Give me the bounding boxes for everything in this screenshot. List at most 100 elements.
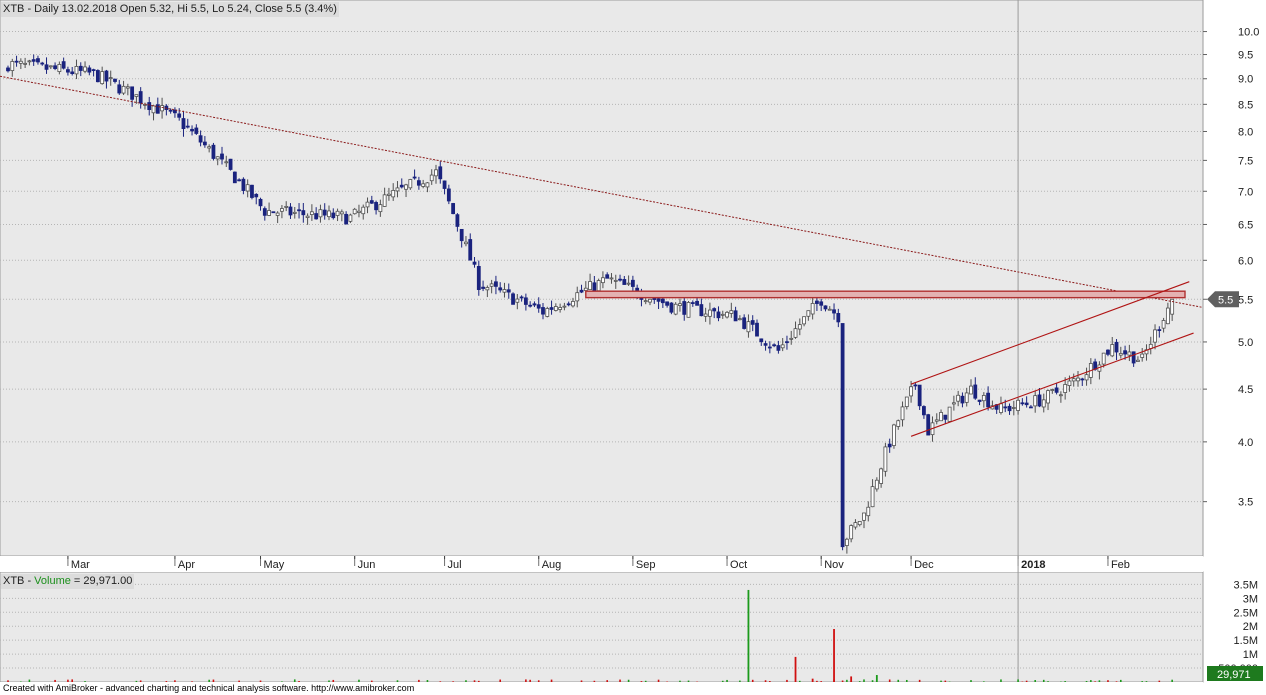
price-candle-body <box>87 67 92 73</box>
price-candle-body <box>977 399 982 402</box>
price-candle-body <box>1165 307 1170 325</box>
price-candle-body <box>511 293 515 305</box>
price-candle-body <box>750 320 755 325</box>
price-candle-body <box>36 58 40 63</box>
price-candle-body <box>369 200 374 204</box>
price-candle-body <box>601 277 605 284</box>
price-candle-body <box>571 301 575 307</box>
price-candle-body <box>207 146 212 149</box>
price-candle-body <box>772 344 777 347</box>
price-candle-body <box>318 209 323 218</box>
price-candle-body <box>767 346 772 349</box>
price-candle-body <box>1016 399 1020 411</box>
price-candle-body <box>1041 399 1046 408</box>
price-candle-body <box>922 406 926 416</box>
price-candle-body <box>74 66 79 75</box>
price-candle-body <box>1136 359 1140 362</box>
price-candle-body <box>660 298 665 304</box>
price-candle-body <box>472 261 477 265</box>
price-candle-body <box>1114 341 1119 353</box>
price-candle-body <box>147 102 152 111</box>
price-candle-body <box>969 385 973 395</box>
price-candle-body <box>451 203 456 215</box>
price-candle-body <box>1063 384 1068 393</box>
price-candle-body <box>190 128 194 132</box>
price-candle-body <box>267 210 271 216</box>
price-candle-body <box>558 307 563 310</box>
footer-credit: Created with AmiBroker - advanced charti… <box>0 682 1203 695</box>
price-candle-body <box>827 308 832 311</box>
price-candle-body <box>926 414 931 436</box>
price-candle-body <box>1110 344 1115 357</box>
price-tick-label: 6.0 <box>1238 255 1253 267</box>
price-candle-body <box>934 419 939 422</box>
price-candle-body <box>309 211 314 215</box>
price-candle-body <box>365 201 370 208</box>
price-candle-body <box>1071 378 1076 382</box>
price-candle-body <box>357 210 361 213</box>
price-candle-body <box>104 70 109 82</box>
price-candle-body <box>519 296 524 299</box>
price-candle-body <box>729 310 734 314</box>
price-candle-body <box>348 214 353 222</box>
price-candle-body <box>297 209 301 212</box>
price-candle-body <box>292 211 297 214</box>
price-candle-body <box>960 395 965 404</box>
price-candle-body <box>237 179 242 182</box>
price-candle-body <box>1020 402 1025 405</box>
price-candle-body <box>819 301 824 306</box>
price-candle-body <box>690 302 695 304</box>
price-candle-body <box>361 206 366 215</box>
price-tick-label: 5.0 <box>1238 337 1253 349</box>
price-candle-body <box>1084 374 1089 381</box>
price-candle-body <box>404 184 408 190</box>
price-candle-body <box>648 298 652 303</box>
price-candle-body <box>168 109 173 112</box>
price-candle-body <box>857 521 862 526</box>
price-candle-body <box>494 281 498 287</box>
price-candle-body <box>626 282 631 285</box>
price-candle-body <box>53 65 57 69</box>
price-candle-body <box>879 468 884 484</box>
volume-tick-label: 3M <box>1243 593 1258 605</box>
price-candle-body <box>27 60 32 63</box>
price-candle-body <box>215 156 220 160</box>
price-chart-title: XTB - Daily 13.02.2018 Open 5.32, Hi 5.5… <box>1 2 339 17</box>
price-candle-body <box>1101 352 1106 365</box>
chart-canvas[interactable]: 10.0 9.5 9.0 8.5 8.0 7.5 7.0 6.5 6.0 5.5 5.0 4.5 4.0… <box>0 0 1266 695</box>
price-candle-body <box>622 279 627 285</box>
price-candle-body <box>904 396 909 408</box>
price-candle-body <box>6 67 10 72</box>
price-candle-body <box>1076 377 1080 382</box>
price-candle-body <box>549 307 554 310</box>
price-tick-label: 9.5 <box>1238 50 1253 62</box>
price-candle-body <box>630 279 635 287</box>
price-candle-body <box>455 214 460 227</box>
price-candle-body <box>61 61 66 69</box>
price-candle-body <box>673 303 678 315</box>
month-label: Apr <box>178 559 195 571</box>
resistance-band <box>585 290 1186 299</box>
amibroker-window: 10.0 9.5 9.0 8.5 8.0 7.5 7.0 6.5 6.0 5.5 5.0 4.5 4.0… <box>0 0 1266 695</box>
price-candle-body <box>759 338 764 343</box>
price-candle-body <box>241 178 246 191</box>
price-candle-body <box>665 301 670 306</box>
price-candle-body <box>643 300 648 303</box>
price-candle-body <box>151 105 156 114</box>
price-candle-body <box>708 309 712 317</box>
price-candle-body <box>528 304 533 307</box>
volume-tick-label: 1.5M <box>1234 635 1258 647</box>
price-candle-body <box>964 392 969 403</box>
price-candle-body <box>125 86 130 89</box>
price-candle-body <box>408 179 413 189</box>
price-tick-label: 5.5 <box>1238 294 1253 306</box>
price-candle-body <box>130 86 135 100</box>
price-candle-body <box>57 64 62 72</box>
price-candle-body <box>468 239 473 261</box>
price-candle-body <box>288 206 293 216</box>
price-candle-body <box>442 180 447 189</box>
price-candle-body <box>117 84 122 94</box>
price-candle-body <box>678 303 682 306</box>
price-candle-body <box>562 305 567 308</box>
price-candle-body <box>746 321 751 333</box>
